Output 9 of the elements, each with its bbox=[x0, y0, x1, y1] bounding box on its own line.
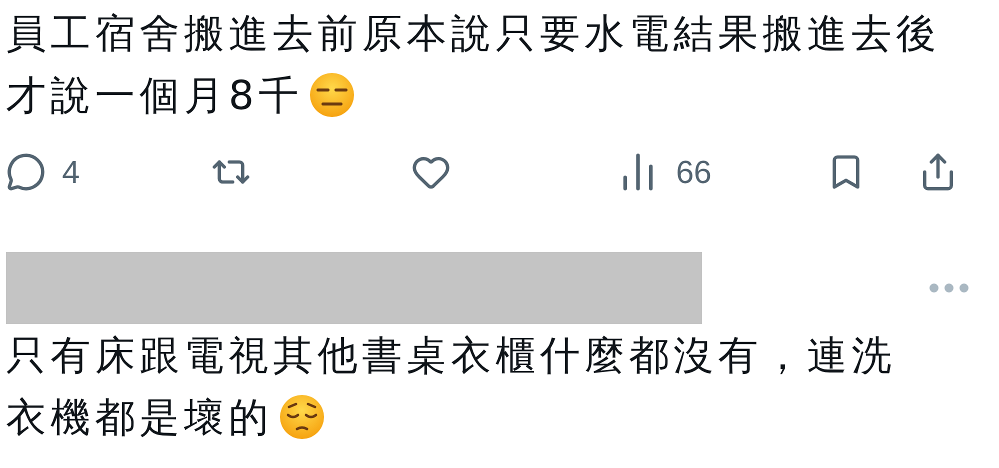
reply-button[interactable]: 4 bbox=[6, 152, 80, 192]
post-text-line: 員工宿舍搬進去前原本說只要水電結果搬進去後 bbox=[6, 10, 940, 58]
post-text-line: 衣機都是壞的 bbox=[6, 394, 273, 442]
views-button[interactable]: 66 bbox=[616, 150, 712, 194]
pensive-face-icon bbox=[279, 394, 325, 440]
post-text-line: 只有床跟電視其他書桌衣櫃什麼都沒有，連洗 bbox=[6, 332, 896, 380]
speech-bubble-icon bbox=[6, 152, 46, 192]
expressionless-face-icon bbox=[308, 72, 355, 118]
post-text-line: 才說一個月8千 bbox=[6, 72, 303, 120]
